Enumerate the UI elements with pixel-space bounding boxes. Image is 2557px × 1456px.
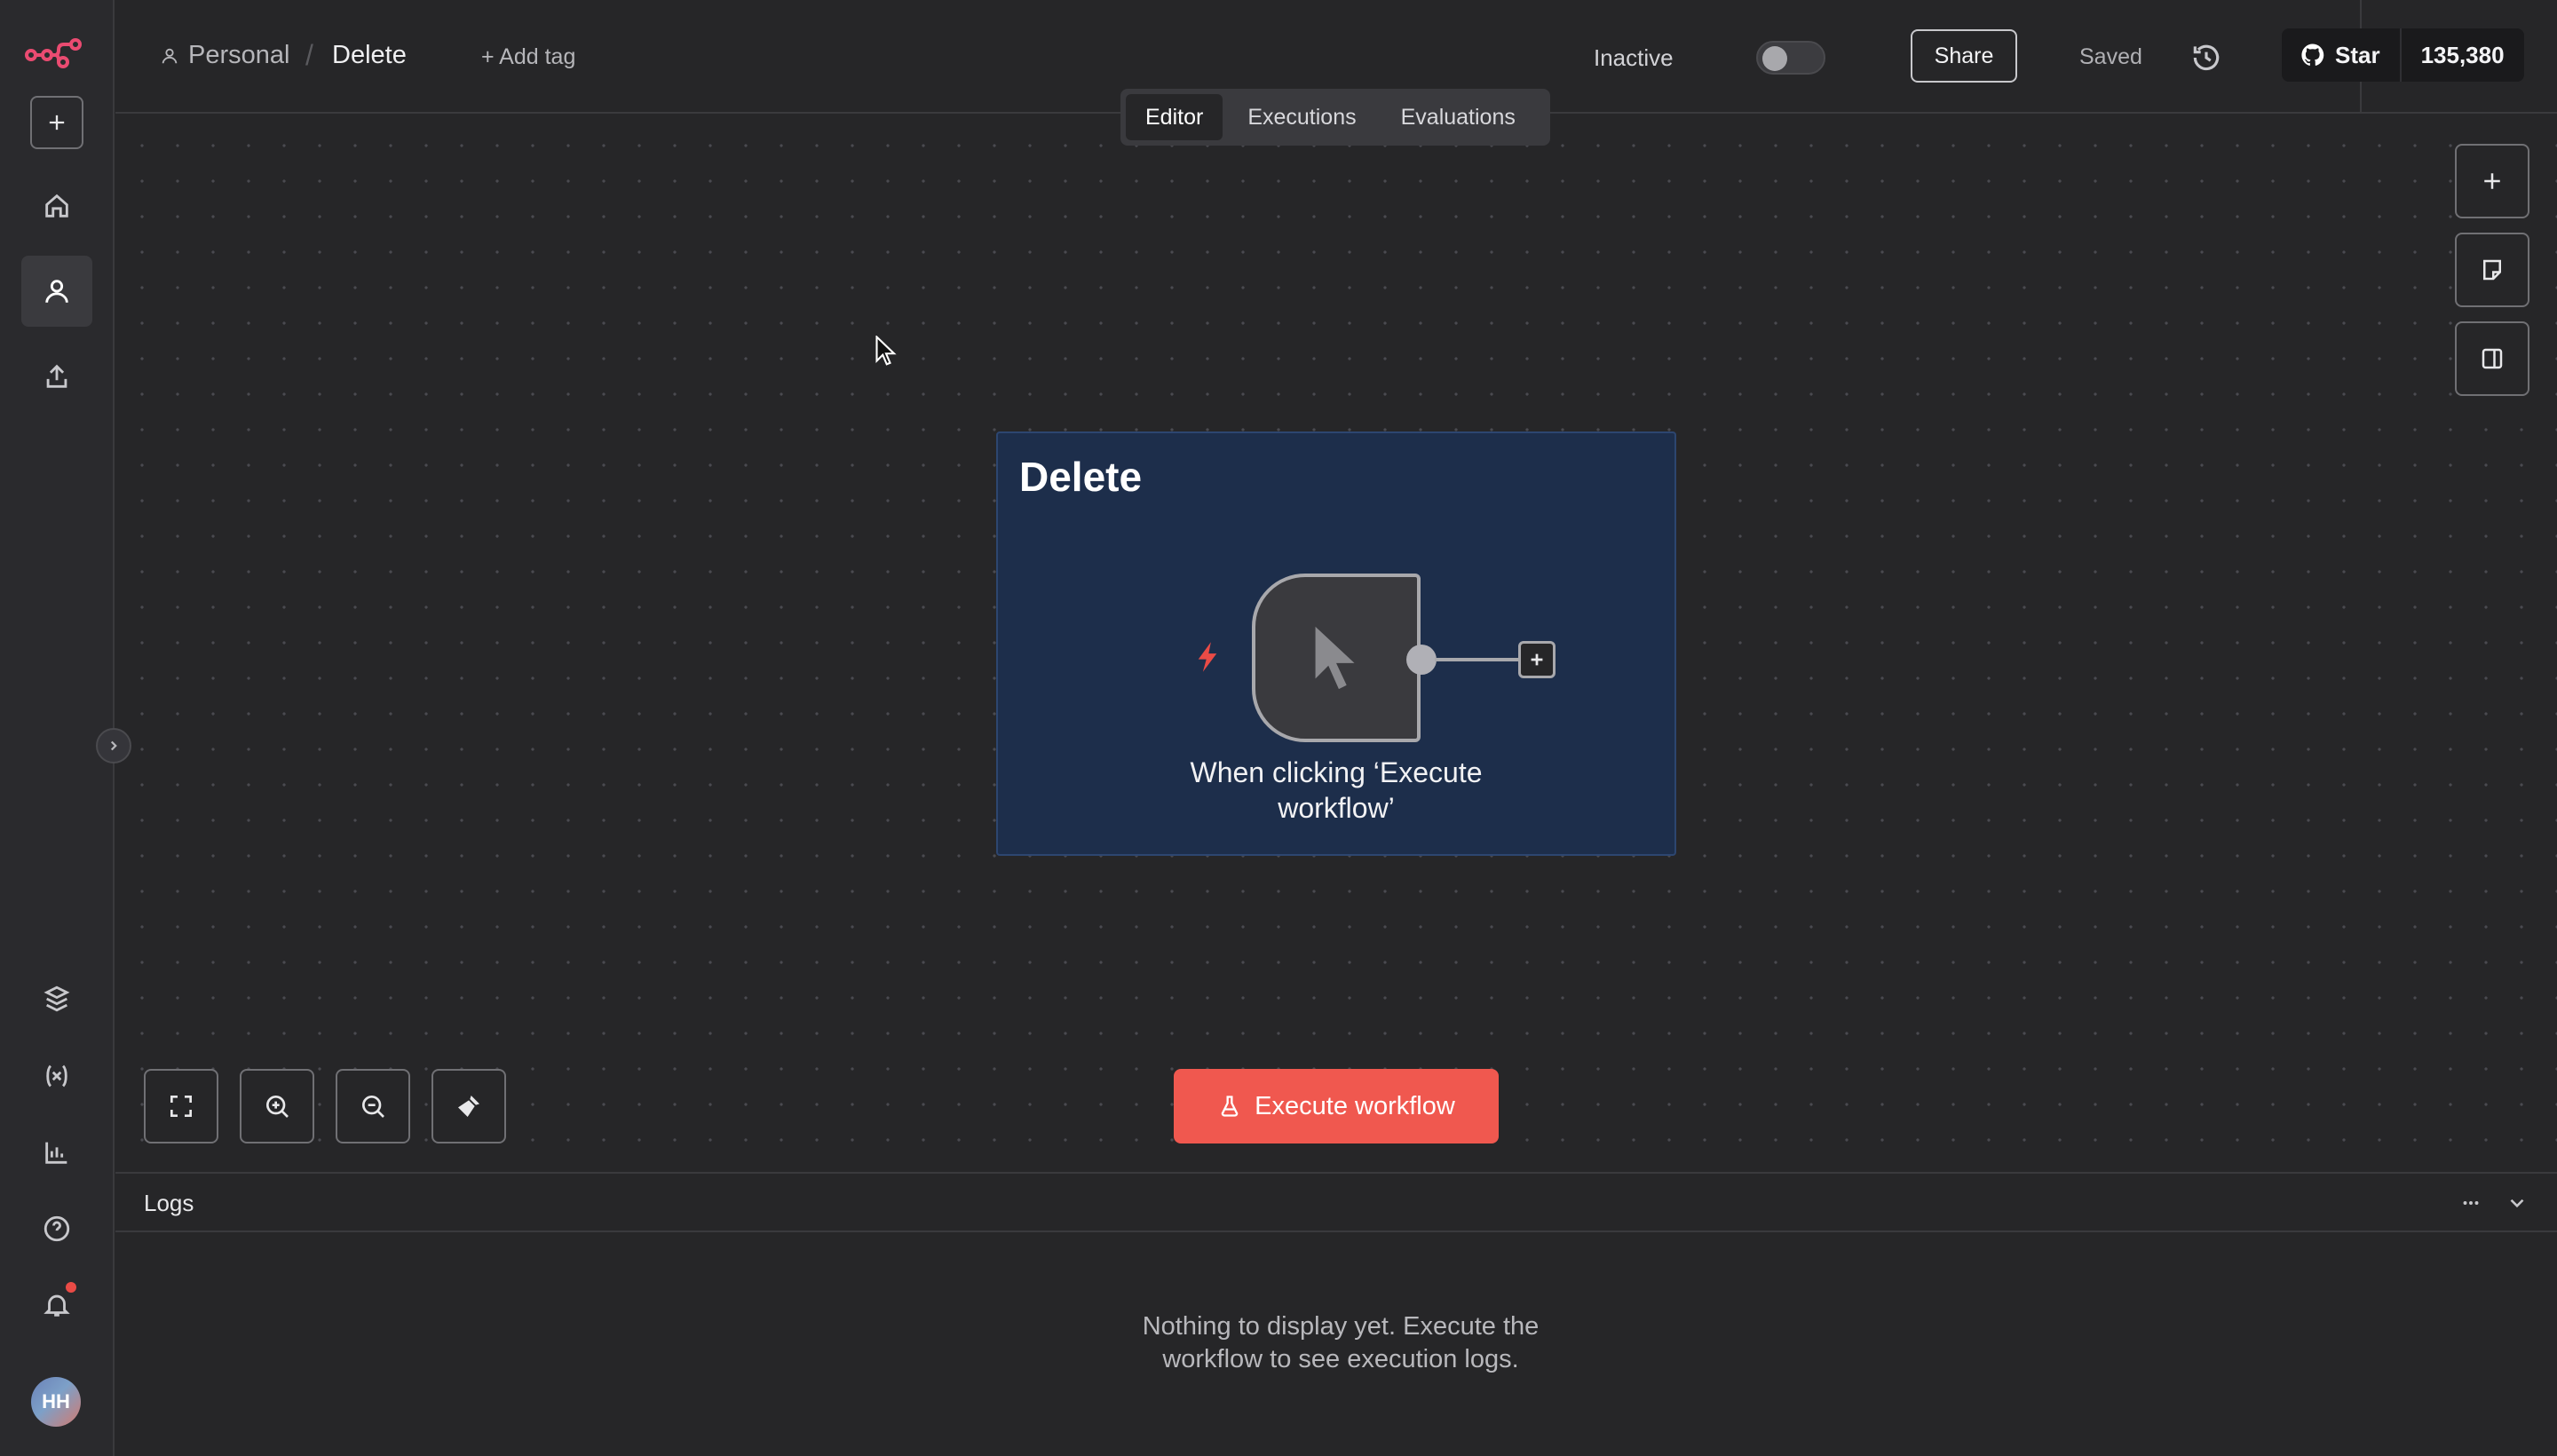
breadcrumb-project[interactable]: Personal (160, 41, 289, 70)
plus-icon (1531, 653, 1543, 666)
breadcrumb-project-label: Personal (188, 41, 290, 69)
tab-editor[interactable]: Editor (1126, 94, 1223, 140)
chevron-right-icon (110, 740, 117, 751)
zoom-out-icon (362, 1096, 384, 1118)
add-tag-button[interactable]: + Add tag (481, 44, 575, 70)
history-icon[interactable] (2189, 41, 2223, 75)
notification-badge (66, 1282, 76, 1293)
upload-icon (46, 364, 67, 388)
breadcrumb-separator: / (305, 39, 313, 71)
user-icon (162, 48, 178, 63)
variables-icon (46, 1064, 67, 1088)
help-circle-icon (44, 1215, 70, 1242)
toggle-knob (1762, 46, 1787, 71)
workflow-name-label: Delete (332, 41, 407, 69)
panel-right-icon (2482, 348, 2503, 369)
cursor-pointer-icon (1315, 626, 1355, 690)
view-tabs: Editor Executions Evaluations (1120, 89, 1550, 146)
add-next-node-button[interactable] (1518, 641, 1556, 678)
flask-icon (1221, 1096, 1239, 1117)
active-toggle[interactable] (1756, 41, 1825, 75)
home-icon (45, 194, 68, 218)
avatar[interactable]: HH (31, 1377, 81, 1427)
app-root: HH Personal / Delete + Add tag Inactive … (0, 0, 2557, 1456)
tab-executions[interactable]: Executions (1228, 94, 1375, 140)
zoom-in-icon (266, 1096, 289, 1118)
logs-title: Logs (144, 1190, 194, 1216)
tidy-up-button[interactable] (431, 1069, 506, 1143)
logs-header[interactable]: Logs (115, 1174, 2557, 1232)
more-horizontal-icon[interactable] (2459, 1191, 2482, 1215)
plus-icon (49, 115, 65, 131)
node-label: When clicking ‘Execute workflow’ (1190, 756, 1483, 824)
new-workflow-button[interactable] (30, 96, 83, 149)
avatar-initials: HH (42, 1390, 70, 1412)
n8n-logo-icon[interactable] (25, 36, 83, 71)
sidebar-item-help[interactable] (21, 1193, 92, 1264)
user-icon (45, 280, 68, 303)
execute-workflow-label: Execute workflow (1255, 1091, 1455, 1120)
zoom-in-button[interactable] (240, 1069, 314, 1143)
logs-panel: Logs Nothing to display yet. Execute the… (115, 1172, 2557, 1456)
github-star-count: 135,380 (2420, 41, 2505, 68)
zoom-out-button[interactable] (336, 1069, 410, 1143)
sidebar: HH (0, 0, 115, 1456)
save-status: Saved (2079, 44, 2142, 69)
share-button[interactable]: Share (1911, 29, 2017, 83)
execute-workflow-button[interactable]: Execute workflow (1174, 1069, 1499, 1143)
sidebar-item-upload[interactable] (21, 341, 92, 412)
sticky-note-icon (2483, 259, 2501, 281)
bell-icon (44, 1294, 70, 1317)
github-star-widget[interactable]: Star 135,380 (2282, 28, 2524, 82)
fit-view-icon (170, 1096, 192, 1117)
lightning-trigger-icon (1198, 642, 1217, 672)
manual-trigger-node[interactable] (1252, 574, 1421, 742)
sidebar-expand-button[interactable] (96, 728, 131, 764)
mouse-cursor-icon (875, 336, 897, 366)
plus-icon (2484, 173, 2500, 189)
sidebar-item-notifications[interactable] (21, 1270, 92, 1341)
github-icon (2301, 44, 2324, 66)
broom-icon (458, 1096, 479, 1117)
chevron-down-icon[interactable] (2506, 1191, 2529, 1215)
sidebar-item-personal[interactable] (21, 256, 92, 327)
add-sticky-button[interactable] (2455, 233, 2529, 307)
sticky-note-title: Delete (1019, 454, 1143, 500)
tab-evaluations[interactable]: Evaluations (1381, 94, 1535, 140)
active-status-label: Inactive (1594, 44, 1674, 71)
toggle-panel-button[interactable] (2455, 321, 2529, 396)
bar-chart-icon (45, 1142, 67, 1164)
github-star-button[interactable]: Star (2282, 28, 2402, 82)
workflow-name[interactable]: Delete (332, 41, 407, 70)
node-output-handle[interactable] (1406, 645, 1437, 675)
sidebar-item-home[interactable] (21, 170, 92, 241)
github-star-label: Star (2335, 41, 2380, 68)
sidebar-item-insights[interactable] (21, 1117, 92, 1188)
sidebar-item-variables[interactable] (21, 1041, 92, 1112)
logs-empty-message: Nothing to display yet. Execute the work… (1142, 1312, 1540, 1373)
add-node-button[interactable] (2455, 144, 2529, 218)
node-connector-line (1435, 658, 1520, 661)
sidebar-item-templates[interactable] (21, 963, 92, 1034)
templates-box-icon (44, 985, 70, 1012)
fit-view-button[interactable] (144, 1069, 218, 1143)
